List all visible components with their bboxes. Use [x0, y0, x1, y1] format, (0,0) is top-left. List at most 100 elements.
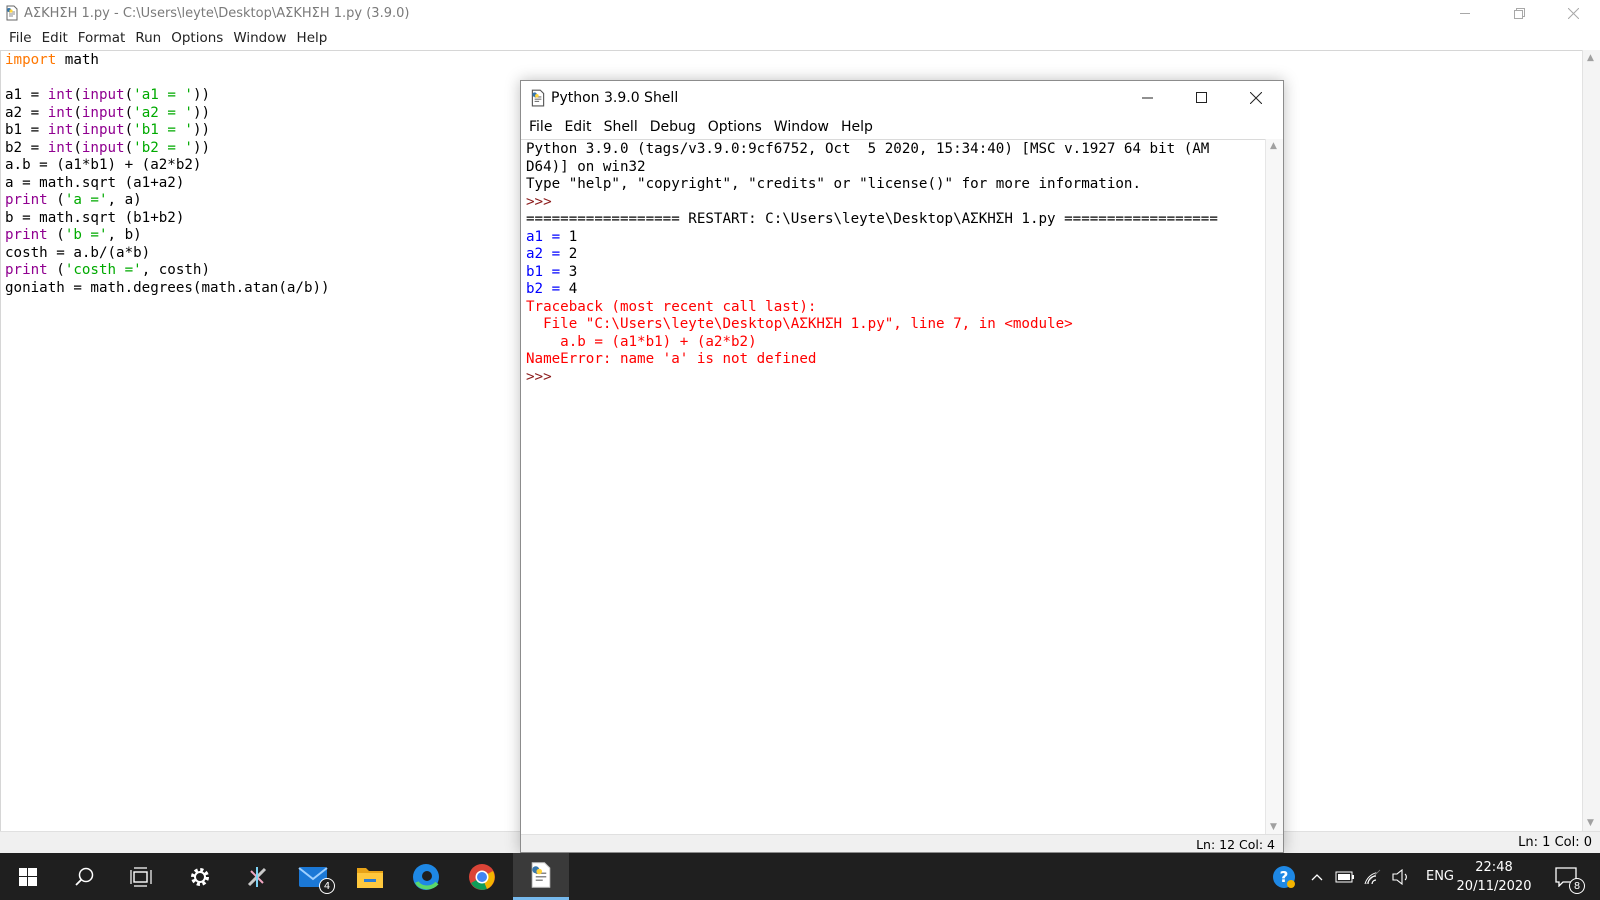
task-view-icon [130, 866, 152, 887]
minimize-icon [1459, 12, 1470, 14]
editor-close-button[interactable] [1546, 0, 1600, 26]
action-center-button[interactable]: 8 [1546, 853, 1586, 900]
edge-taskbar-button[interactable] [398, 853, 454, 900]
maximize-icon [1196, 92, 1207, 103]
shell-line: a.b = (a1*b1) + (a2*b2) [526, 333, 757, 350]
gear-icon [191, 867, 209, 886]
code-line: import math [5, 52, 99, 68]
restore-icon [1513, 7, 1525, 19]
code-line: b1 = int(input('b1 = ')) [5, 122, 211, 138]
shell-line: >>> [526, 368, 561, 385]
task-view-button[interactable] [113, 853, 169, 900]
help-icon: ? [1273, 865, 1295, 888]
shell-line: Traceback (most recent call last): [526, 298, 817, 315]
shell-close-button[interactable] [1229, 81, 1283, 115]
minimize-icon [1142, 97, 1153, 99]
idle-shell-icon [529, 89, 547, 107]
code-line: a1 = int(input('a1 = ')) [5, 87, 211, 103]
scroll-up-icon[interactable]: ▲ [1270, 141, 1277, 151]
battery-icon [1335, 871, 1354, 882]
settings-taskbar-button[interactable] [172, 853, 228, 900]
start-button[interactable] [0, 853, 56, 900]
code-line: print ('b =', b) [5, 227, 142, 243]
shell-cursor-position: Ln: 12 Col: 4 [1196, 837, 1275, 852]
editor-window-title: ΑΣΚΗΣΗ 1.py - C:\Users\leyte\Desktop\ΑΣΚ… [24, 5, 410, 21]
folder-icon [357, 867, 383, 888]
shell-maximize-button[interactable] [1175, 81, 1229, 115]
code-line: a.b = (a1*b1) + (a2*b2) [5, 157, 202, 173]
wifi-tray-button[interactable] [1362, 853, 1384, 900]
scroll-down-icon[interactable]: ▼ [1270, 822, 1277, 832]
search-button[interactable] [57, 853, 113, 900]
editor-menu-options[interactable]: Options [166, 30, 228, 46]
shell-menu-help[interactable]: Help [835, 119, 879, 135]
shell-title-bar[interactable]: Python 3.9.0 Shell [521, 81, 1283, 115]
shell-line: a2 = 2 [526, 246, 578, 262]
shell-menu-bar: File Edit Shell Debug Options Window Help [521, 115, 879, 139]
code-line: a = math.sqrt (a1+a2) [5, 174, 185, 191]
show-hidden-icons-button[interactable] [1308, 853, 1326, 900]
idle-icon [531, 862, 551, 888]
itunes-taskbar-button[interactable] [229, 853, 285, 900]
speaker-icon [1392, 868, 1407, 885]
close-icon [1250, 92, 1262, 104]
scroll-up-icon[interactable]: ▲ [1587, 53, 1594, 63]
shell-line: Python 3.9.0 (tags/v3.9.0:9cf6752, Oct 5… [526, 141, 1210, 157]
shell-menu-file[interactable]: File [523, 119, 558, 135]
shell-minimize-button[interactable] [1121, 81, 1175, 115]
idle-file-icon [4, 5, 20, 21]
notification-count-badge: 8 [1569, 878, 1585, 894]
shell-menu-edit[interactable]: Edit [558, 119, 597, 135]
shell-menu-shell[interactable]: Shell [598, 119, 644, 135]
shell-menu-options[interactable]: Options [702, 119, 768, 135]
editor-restore-button[interactable] [1492, 0, 1546, 26]
shell-scrollbar[interactable]: ▲ ▼ [1265, 139, 1283, 834]
shell-line: a1 = 1 [526, 228, 578, 245]
windows-logo-icon [19, 867, 37, 886]
shell-line: b2 = 4 [526, 281, 578, 297]
svg-text:?: ? [1280, 868, 1289, 886]
editor-scrollbar[interactable]: ▲ ▼ [1582, 50, 1600, 831]
file-explorer-taskbar-button[interactable] [342, 853, 398, 900]
shell-line: D64)] on win32 [526, 158, 646, 175]
wifi-icon [1364, 869, 1381, 884]
system-clock[interactable]: 22:48 20/11/2020 [1454, 858, 1534, 896]
chevron-up-icon [1311, 873, 1323, 880]
volume-tray-button[interactable] [1390, 853, 1412, 900]
editor-menu-window[interactable]: Window [228, 30, 291, 46]
editor-menu-help[interactable]: Help [292, 30, 333, 46]
editor-menu-bar: File Edit Format Run Options Window Help [0, 27, 332, 49]
scroll-down-icon[interactable]: ▼ [1587, 818, 1594, 828]
editor-menu-format[interactable]: Format [73, 30, 131, 46]
edge-icon [413, 863, 439, 890]
editor-title-bar[interactable]: ΑΣΚΗΣΗ 1.py - C:\Users\leyte\Desktop\ΑΣΚ… [0, 0, 1600, 26]
shell-line: >>> [526, 193, 561, 210]
clock-date: 20/11/2020 [1456, 879, 1532, 894]
mail-taskbar-button[interactable]: 4 [285, 853, 341, 900]
code-line: b = math.sqrt (b1+b2) [5, 209, 185, 226]
editor-menu-edit[interactable]: Edit [37, 30, 73, 46]
battery-tray-button[interactable] [1334, 853, 1356, 900]
idle-taskbar-button[interactable] [513, 853, 569, 900]
itunes-icon [247, 866, 267, 887]
code-line: print ('a =', a) [5, 192, 142, 208]
close-icon [1567, 7, 1579, 19]
chrome-taskbar-button[interactable] [454, 853, 510, 900]
editor-code[interactable]: import math a1 = int(input('a1 = ')) a2 =… [5, 52, 330, 297]
shell-line: b1 = 3 [526, 263, 578, 280]
editor-cursor-position: Ln: 1 Col: 0 [1518, 835, 1592, 850]
shell-menu-debug[interactable]: Debug [644, 119, 702, 135]
shell-menu-window[interactable]: Window [768, 119, 835, 135]
editor-minimize-button[interactable] [1438, 0, 1492, 26]
shell-line: File "C:\Users\leyte\Desktop\ΑΣΚΗΣΗ 1.py… [526, 316, 1073, 332]
search-icon [75, 867, 94, 886]
help-tray-button[interactable]: ? [1270, 853, 1298, 900]
shell-line: Type "help", "copyright", "credits" or "… [526, 176, 1141, 192]
shell-window: Python 3.9.0 Shell File Edit Shell Debug Opt… [520, 80, 1284, 853]
shell-output[interactable]: Python 3.9.0 (tags/v3.9.0:9cf6752, Oct 5… [526, 141, 1266, 386]
editor-menu-run[interactable]: Run [130, 30, 166, 46]
editor-menu-file[interactable]: File [4, 30, 37, 46]
code-line: goniath = math.degrees(math.atan(a/b)) [5, 279, 330, 296]
taskbar: 4 ? ENG 22:48 20/11/2020 8 [0, 853, 1600, 900]
